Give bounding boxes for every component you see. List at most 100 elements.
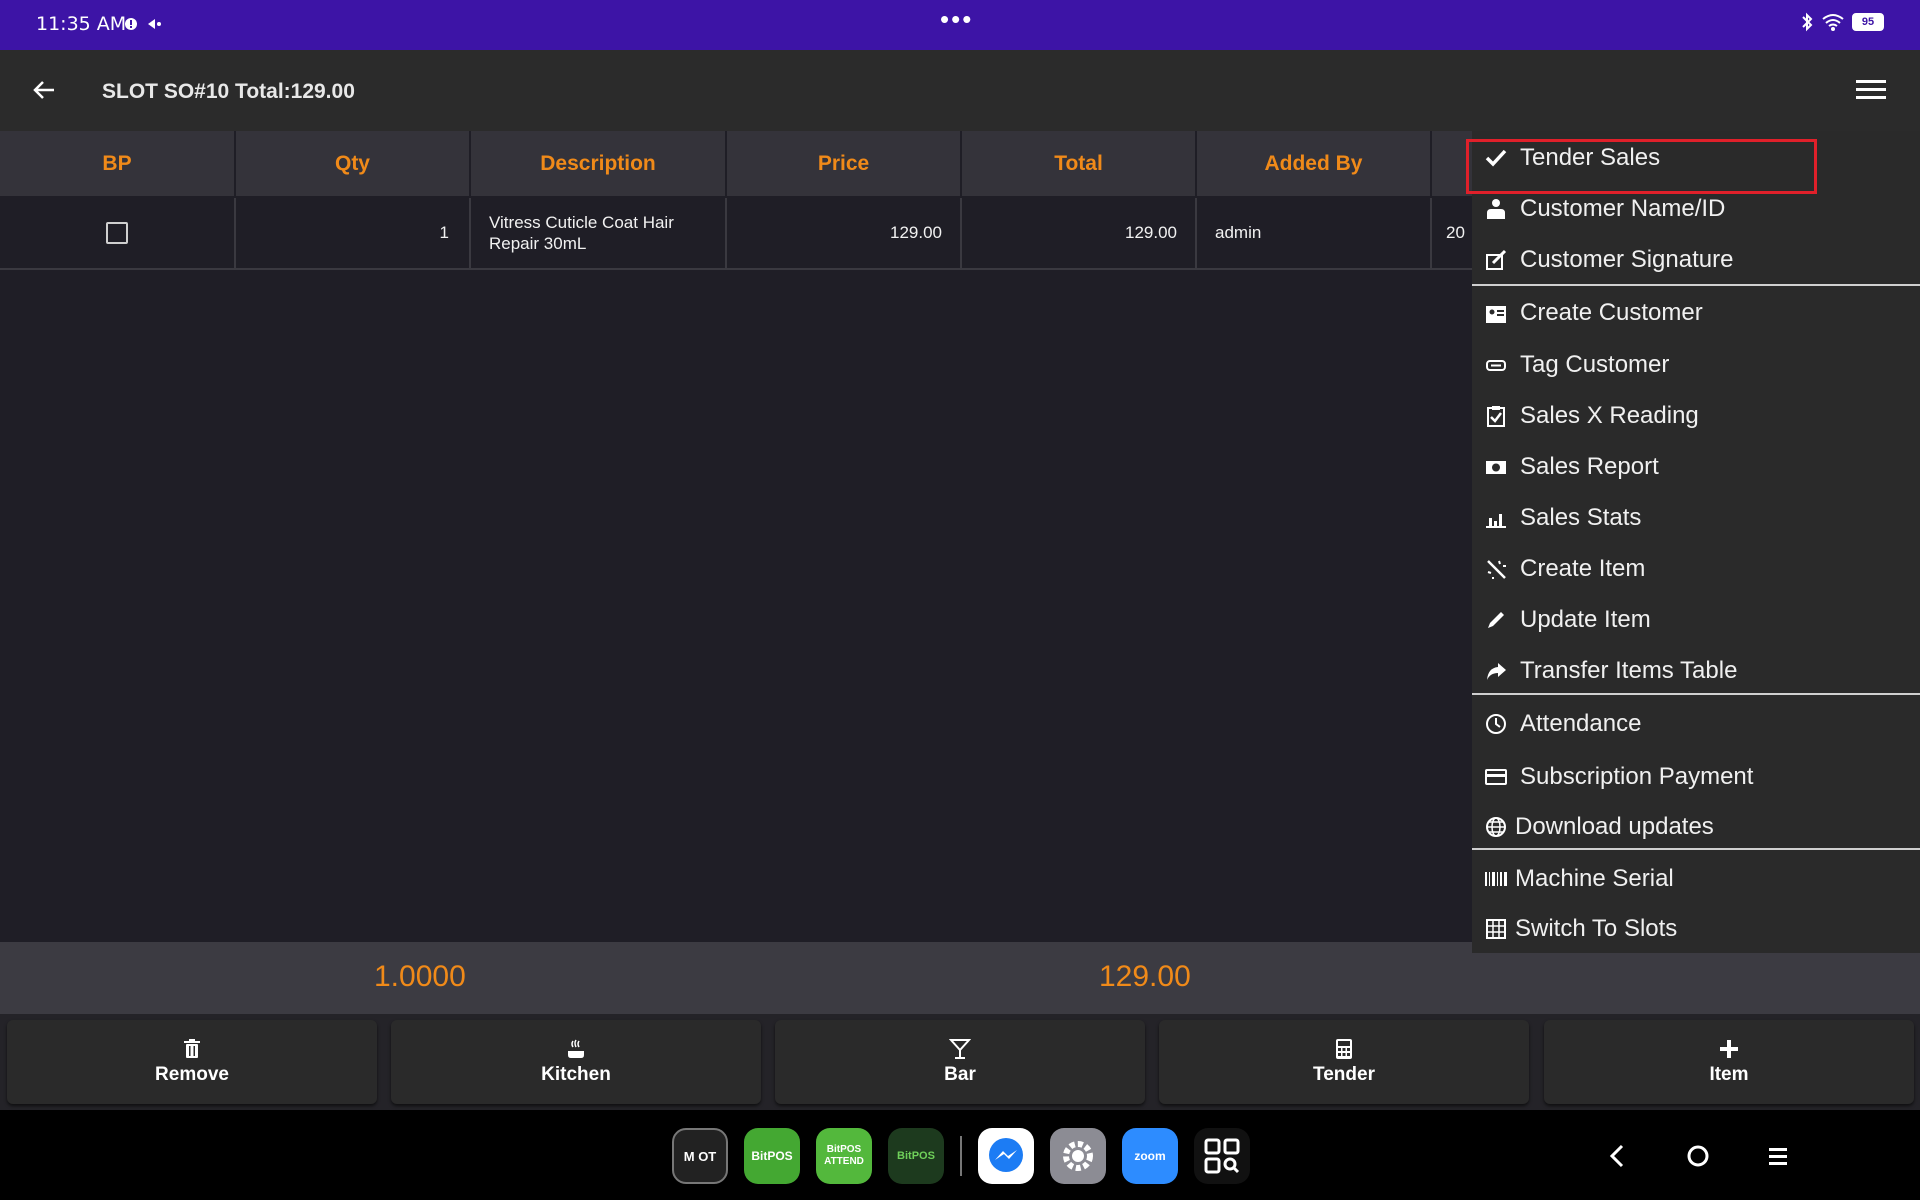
menu-item-switch-to-slots[interactable]: Switch To Slots xyxy=(1472,905,1920,953)
menu-item-tag-customer[interactable]: Tag Customer xyxy=(1472,341,1920,389)
wifi-icon xyxy=(1822,14,1844,31)
menu-label: Create Customer xyxy=(1520,299,1703,326)
menu-label: Update Item xyxy=(1520,606,1651,633)
cooking-pot-icon xyxy=(568,1039,584,1058)
total-amount: 129.00 xyxy=(1099,960,1191,993)
tender-label: Tender xyxy=(1313,1064,1375,1085)
alert-icon xyxy=(125,18,137,30)
battery-icon: 95 xyxy=(1852,13,1884,31)
menu-item-download-updates[interactable]: Download updates xyxy=(1472,803,1920,851)
status-icons: 95 xyxy=(1800,12,1884,32)
menu-item-create-customer[interactable]: Create Customer xyxy=(1472,289,1920,337)
bluetooth-icon xyxy=(1802,12,1813,32)
calculator-icon xyxy=(1336,1039,1352,1059)
settings-app-icon[interactable] xyxy=(1050,1128,1106,1184)
menu-item-sales-stats[interactable]: Sales Stats xyxy=(1472,494,1920,542)
menu-label: Tag Customer xyxy=(1520,351,1670,378)
menu-divider xyxy=(1472,693,1920,695)
menu-item-attendance[interactable]: Attendance xyxy=(1472,700,1920,748)
column-header-total[interactable]: Total xyxy=(962,131,1197,196)
app-drawer-icon[interactable] xyxy=(1194,1128,1250,1184)
app-bar: SLOT SO#10 Total:129.00 xyxy=(0,50,1920,131)
grid-search-icon xyxy=(1204,1138,1240,1174)
kitchen-button[interactable]: Kitchen xyxy=(391,1020,761,1104)
create-customer-icon xyxy=(1484,301,1508,325)
globe-icon xyxy=(1484,815,1508,839)
bitpos-app-icon[interactable]: BitPOS xyxy=(744,1128,800,1184)
bar-button[interactable]: Bar xyxy=(775,1020,1145,1104)
menu-item-sales-report[interactable]: Sales Report xyxy=(1472,443,1920,491)
cocktail-glass-icon xyxy=(949,1039,971,1059)
highlight-box xyxy=(1466,139,1817,194)
menu-label: Customer Signature xyxy=(1520,246,1734,273)
menu-label: Sales Report xyxy=(1520,453,1659,480)
bar-label: Bar xyxy=(944,1064,976,1085)
notification-icon xyxy=(148,19,161,29)
app-dock: M OT BitPOS BitPOS ATTEND BitPOS zoom xyxy=(672,1128,1250,1184)
clipboard-check-icon xyxy=(1484,404,1508,428)
menu-label: Sales X Reading xyxy=(1520,402,1699,429)
menu-label: Subscription Payment xyxy=(1520,763,1754,790)
dock-separator xyxy=(960,1136,962,1176)
menu-item-update-item[interactable]: Update Item xyxy=(1472,596,1920,644)
credit-card-icon xyxy=(1484,765,1508,789)
nav-back-icon[interactable] xyxy=(1602,1140,1634,1172)
column-header-added-by[interactable]: Added By xyxy=(1197,131,1432,196)
menu-divider xyxy=(1472,284,1920,286)
column-header-qty[interactable]: Qty xyxy=(236,131,471,196)
pencil-icon xyxy=(1484,608,1508,632)
remove-button[interactable]: Remove xyxy=(7,1020,377,1104)
zoom-app-icon[interactable]: zoom xyxy=(1122,1128,1178,1184)
column-header-description[interactable]: Description xyxy=(471,131,727,196)
menu-label: Switch To Slots xyxy=(1515,915,1678,942)
menu-item-create-item[interactable]: Create Item xyxy=(1472,545,1920,593)
menu-label: Download updates xyxy=(1515,813,1714,840)
menu-label: Create Item xyxy=(1520,555,1646,582)
grid-icon xyxy=(1484,917,1508,941)
navigation-bar: M OT BitPOS BitPOS ATTEND BitPOS zoom xyxy=(0,1110,1920,1200)
screen: 11:35 AM ••• 95 SLOT SO#10 Total:129.00 … xyxy=(0,0,1920,1200)
trash-icon xyxy=(184,1039,200,1058)
clock-icon xyxy=(1484,712,1508,736)
action-bar: Remove Kitchen Bar Tender Item xyxy=(0,1014,1920,1110)
bitpos-attendance-app-icon[interactable]: BitPOS ATTEND xyxy=(816,1128,872,1184)
status-time: 11:35 AM xyxy=(36,13,127,35)
menu-item-customer-signature[interactable]: Customer Signature xyxy=(1472,236,1920,284)
add-item-button[interactable]: Item xyxy=(1544,1020,1914,1104)
messenger-app-icon[interactable] xyxy=(978,1128,1034,1184)
bp-checkbox[interactable] xyxy=(106,222,128,244)
mot-app-icon[interactable]: M OT xyxy=(672,1128,728,1184)
page-title: SLOT SO#10 Total:129.00 xyxy=(102,80,355,103)
item-label: Item xyxy=(1709,1064,1749,1085)
cell-qty: 1 xyxy=(236,198,471,268)
hamburger-menu-icon[interactable] xyxy=(1854,76,1888,104)
back-arrow-icon[interactable] xyxy=(28,74,60,106)
gear-icon xyxy=(1063,1141,1093,1171)
menu-label: Attendance xyxy=(1520,710,1642,737)
magic-wand-icon xyxy=(1484,557,1508,581)
menu-item-subscription-payment[interactable]: Subscription Payment xyxy=(1472,753,1920,801)
cell-total: 129.00 xyxy=(962,198,1197,268)
menu-item-machine-serial[interactable]: Machine Serial xyxy=(1472,855,1920,903)
menu-divider xyxy=(1472,848,1920,850)
menu-item-sales-x-reading[interactable]: Sales X Reading xyxy=(1472,392,1920,440)
person-icon xyxy=(1484,197,1508,221)
more-dots[interactable]: ••• xyxy=(940,4,973,35)
column-header-price[interactable]: Price xyxy=(727,131,962,196)
nav-recents-icon[interactable] xyxy=(1762,1140,1794,1172)
tender-button[interactable]: Tender xyxy=(1159,1020,1529,1104)
menu-label: Machine Serial xyxy=(1515,865,1674,892)
column-header-bp[interactable]: BP xyxy=(0,131,236,196)
messenger-icon xyxy=(989,1138,1023,1172)
menu-label: Customer Name/ID xyxy=(1520,195,1726,222)
tag-icon xyxy=(1484,353,1508,377)
menu-item-transfer-items-table[interactable]: Transfer Items Table xyxy=(1472,647,1920,695)
cell-added-by: admin xyxy=(1197,198,1432,268)
menu-label: Sales Stats xyxy=(1520,504,1642,531)
overflow-menu: Tender Sales Customer Name/ID Customer S… xyxy=(1472,131,1920,953)
total-qty: 1.0000 xyxy=(374,960,466,993)
nav-home-icon[interactable] xyxy=(1682,1140,1714,1172)
cell-price: 129.00 xyxy=(727,198,962,268)
menu-label: Transfer Items Table xyxy=(1520,657,1738,684)
bitpos-dark-app-icon[interactable]: BitPOS xyxy=(888,1128,944,1184)
